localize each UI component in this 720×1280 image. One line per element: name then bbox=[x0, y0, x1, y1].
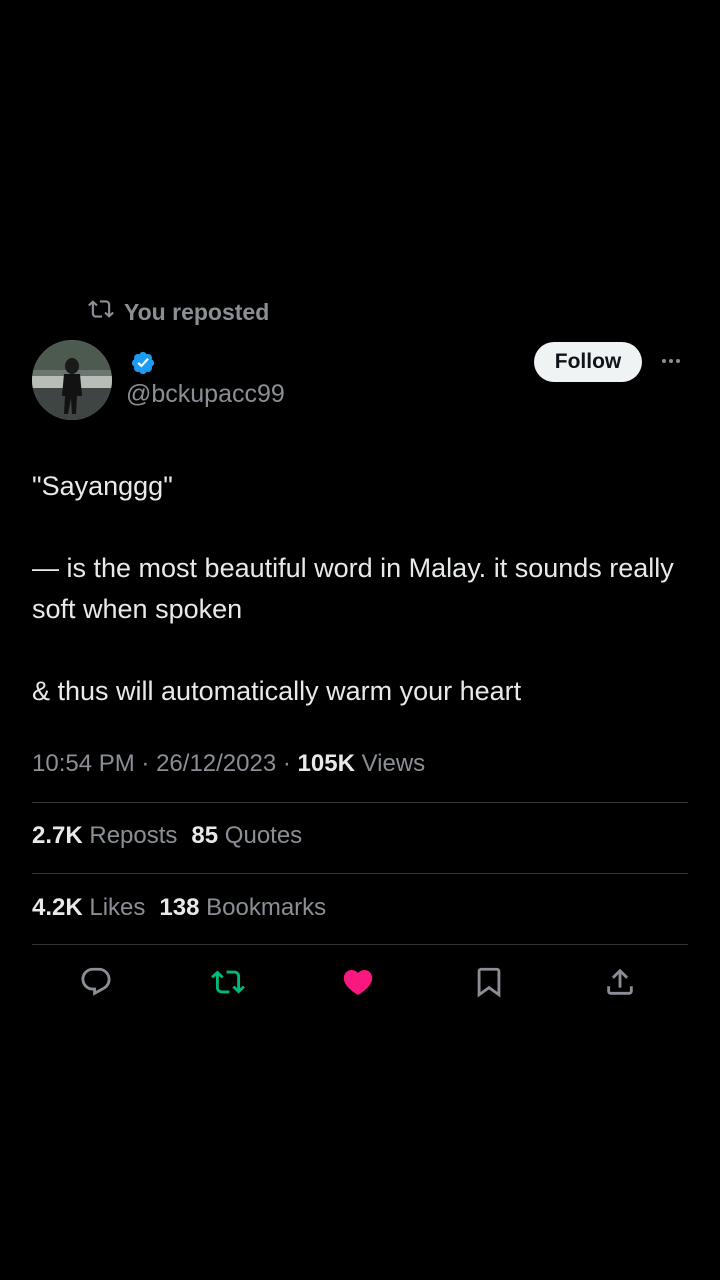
tweet-line: — is the most beautiful word in Malay. i… bbox=[32, 553, 674, 624]
bookmark-button[interactable] bbox=[471, 964, 507, 1000]
divider bbox=[32, 873, 688, 874]
share-icon bbox=[603, 965, 637, 999]
tweet-meta: 10:54 PM · 26/12/2023 · 105K Views bbox=[32, 750, 426, 777]
reply-button[interactable] bbox=[78, 964, 114, 1000]
follow-button[interactable]: Follow bbox=[534, 342, 642, 382]
share-button[interactable] bbox=[602, 964, 638, 1000]
reposts-stat[interactable]: 2.7K Reposts bbox=[32, 822, 177, 849]
quotes-stat[interactable]: 85 Quotes bbox=[191, 822, 302, 849]
author-handle[interactable]: @bckupacc99 bbox=[126, 380, 285, 409]
views-count: 105K bbox=[297, 750, 355, 777]
like-button[interactable] bbox=[340, 964, 376, 1000]
repost-icon bbox=[211, 965, 245, 999]
repost-button[interactable] bbox=[210, 964, 246, 1000]
bookmarks-stat[interactable]: 138 Bookmarks bbox=[159, 894, 326, 921]
reply-icon bbox=[79, 965, 113, 999]
divider bbox=[32, 944, 688, 945]
tweet-line: & thus will automatically warm your hear… bbox=[32, 676, 522, 706]
tweet-line: "Sayanggg" bbox=[32, 471, 173, 501]
heart-icon bbox=[341, 965, 375, 999]
avatar[interactable] bbox=[32, 340, 112, 420]
bookmark-icon bbox=[472, 965, 506, 999]
repost-icon bbox=[88, 296, 114, 328]
tweet-date[interactable]: 26/12/2023 bbox=[156, 750, 276, 777]
tweet-screen: You reposted @bckupacc99 Follow "Sayangg… bbox=[0, 0, 720, 1280]
repost-banner[interactable]: You reposted bbox=[88, 296, 269, 328]
divider bbox=[32, 802, 688, 803]
stats-row-reposts: 2.7K Reposts 85 Quotes bbox=[32, 822, 302, 856]
more-options-icon[interactable] bbox=[656, 350, 686, 372]
views-label: Views bbox=[361, 750, 426, 777]
action-bar bbox=[0, 958, 720, 1008]
tweet-body: "Sayanggg" — is the most beautiful word … bbox=[32, 466, 692, 712]
stats-row-likes: 4.2K Likes 138 Bookmarks bbox=[32, 894, 326, 928]
tweet-time[interactable]: 10:54 PM bbox=[32, 750, 135, 777]
likes-stat[interactable]: 4.2K Likes bbox=[32, 894, 145, 921]
verified-badge-icon bbox=[130, 350, 156, 376]
repost-banner-text: You reposted bbox=[124, 298, 270, 325]
